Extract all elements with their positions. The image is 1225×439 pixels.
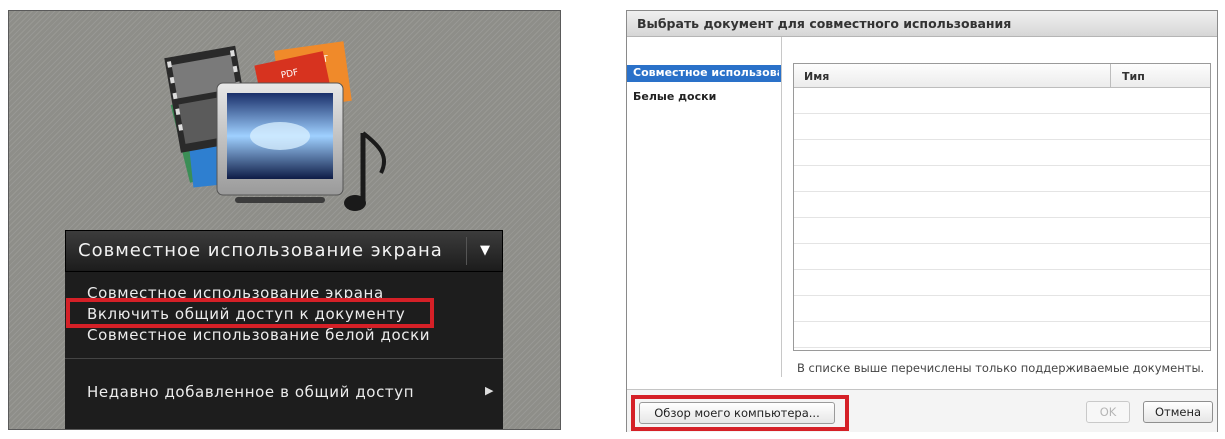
supported-documents-hint: В списке выше перечислены только поддерж… [797, 361, 1205, 375]
ok-button[interactable]: OK [1086, 401, 1130, 423]
table-header: Имя Тип [794, 64, 1210, 88]
cancel-button-label: Отмена [1154, 405, 1202, 419]
sidebar-item-shared-content[interactable]: Совместное использование [627, 65, 781, 82]
button-divider [466, 237, 467, 265]
share-screen-button[interactable]: Совместное использование экрана ▼ [65, 230, 503, 272]
menu-divider [65, 358, 503, 359]
sidebar-item-whiteboards[interactable]: Белые доски [633, 90, 716, 103]
chevron-down-icon[interactable]: ▼ [473, 239, 497, 263]
cancel-button[interactable]: Отмена [1143, 401, 1213, 423]
share-menu: Совместное использование экрана Включить… [65, 272, 503, 429]
highlight-box [631, 395, 849, 431]
menu-item-recently-shared[interactable]: Недавно добавленное в общий доступ [87, 382, 414, 402]
share-pod-panel: PPT PDF [8, 10, 561, 430]
share-screen-button-label: Совместное использование экрана [78, 240, 443, 261]
column-header-type[interactable]: Тип [1122, 70, 1145, 83]
dialog-sidebar: Совместное использование Белые доски [627, 37, 782, 377]
document-list-table[interactable]: Имя Тип [793, 63, 1211, 351]
chevron-right-icon: ▶ [485, 384, 494, 397]
highlight-box [66, 298, 434, 328]
dialog-title: Выбрать документ для совместного использ… [637, 16, 1012, 31]
sidebar-item-label: Совместное использование [633, 66, 779, 79]
share-media-illustration: PPT PDF [164, 41, 387, 211]
dialog-footer: Обзор моего компьютера... OK Отмена [627, 389, 1217, 432]
menu-item-share-whiteboard[interactable]: Совместное использование белой доски [87, 325, 430, 345]
select-document-dialog: Выбрать документ для совместного использ… [626, 10, 1218, 432]
column-header-name[interactable]: Имя [804, 70, 829, 83]
column-divider [1110, 64, 1111, 88]
ok-button-label: OK [1099, 405, 1117, 419]
dialog-titlebar: Выбрать документ для совместного использ… [627, 11, 1217, 37]
